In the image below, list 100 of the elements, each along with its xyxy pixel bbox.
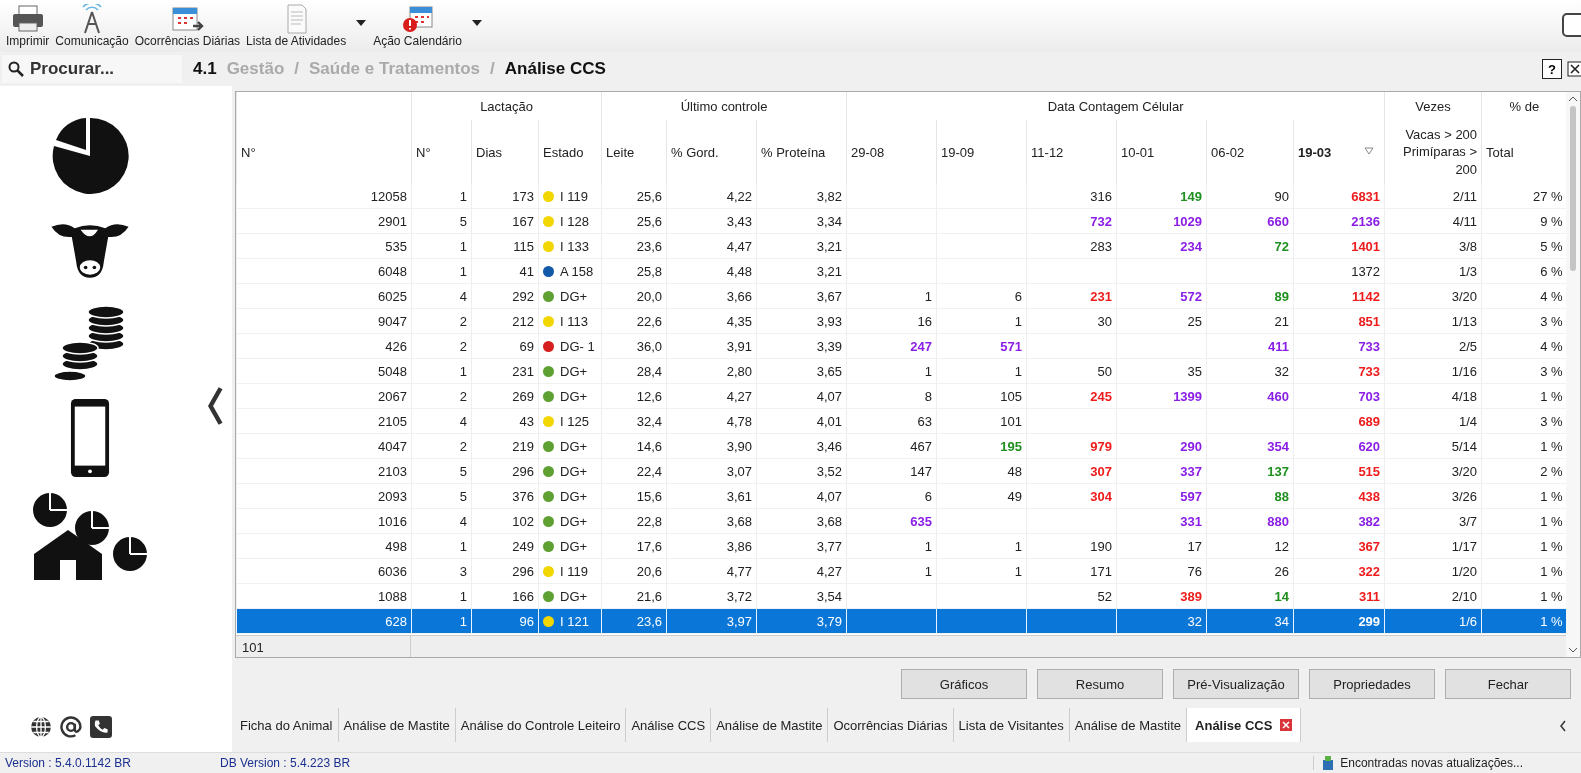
table-cell: 367 [1293, 533, 1385, 559]
table-cell: 290 [1116, 433, 1207, 459]
column-header[interactable]: % Proteína [756, 120, 847, 184]
document-tab[interactable]: Análise CCS [1187, 708, 1302, 742]
toolbar-button[interactable]: Lista de Atividades [243, 4, 371, 52]
column-header[interactable]: 29-08 [846, 120, 937, 184]
action-button[interactable]: Pré-Visualização [1173, 669, 1299, 699]
chevron-left-icon[interactable] [1559, 720, 1567, 732]
table-cell: 304 [1026, 483, 1117, 509]
table-cell: 2,80 [666, 358, 757, 384]
table-row[interactable]: 4047 2 219 DG+ 14,6 3,90 3,46 467 195 979 290 354 620 5/14 1 % [236, 433, 1567, 459]
table-cell: 15,6 [601, 483, 667, 509]
table-cell: 4,27 [666, 383, 757, 409]
column-header[interactable]: N° [236, 120, 412, 184]
table-row[interactable]: 2105 4 43 I 125 32,4 4,78 4,01 63 101 689 1/4 3 % [236, 408, 1567, 434]
table-cell: 572 [1116, 283, 1207, 309]
column-header[interactable]: % Gord. [666, 120, 757, 184]
table-cell: 4 [411, 283, 472, 309]
action-button[interactable]: Fechar [1445, 669, 1571, 699]
update-notice[interactable]: Encontradas novas atualizações... [1340, 756, 1523, 770]
table-cell: 1 [846, 533, 937, 559]
table-cell: 34 [1206, 608, 1294, 634]
table-row[interactable]: 498 1 249 DG+ 17,6 3,86 3,77 1 1 190 17 12 367 1/17 1 % [236, 533, 1567, 559]
table-cell: 438 [1293, 483, 1385, 509]
table-cell: 628 [236, 608, 412, 634]
table-row[interactable]: 12058 1 173 I 119 25,6 4,22 3,82 316 149 90 6831 2/11 27 % [236, 184, 1567, 209]
search-field[interactable]: Procurar... [2, 55, 182, 83]
table-cell: 25,6 [601, 184, 667, 209]
table-cell: 26 [1206, 558, 1294, 584]
table-row[interactable]: 6048 1 41 A 158 25,8 4,48 3,21 1372 1/3 6 % [236, 258, 1567, 284]
scroll-down-icon[interactable] [1568, 647, 1578, 653]
table-cell: 2136 [1293, 208, 1385, 234]
table-row[interactable]: 628 1 96 I 121 23,6 3,97 3,79 32 34 299 1/6 1 % [236, 608, 1567, 634]
table-cell: 1 [936, 558, 1027, 584]
column-header[interactable]: Dias [471, 120, 539, 184]
table-cell: 316 [1026, 184, 1117, 209]
table-cell: 4 [411, 508, 472, 534]
table-row[interactable]: 426 2 69 DG- 1 36,0 3,91 3,39 247 571 411 733 2/5 4 % [236, 333, 1567, 359]
action-button[interactable]: Propriedades [1309, 669, 1435, 699]
table-cell: 25,8 [601, 258, 667, 284]
table-cell: 1 [846, 283, 937, 309]
toolbar-button[interactable]: Ação Calendário [370, 4, 486, 52]
table-cell: 115 [471, 233, 539, 259]
table-cell: 322 [1293, 558, 1385, 584]
table-cell: 2/11 [1384, 184, 1482, 209]
table-row[interactable]: 2067 2 269 DG+ 12,6 4,27 4,07 8 105 245 1399 460 703 4/18 1 % [236, 383, 1567, 409]
breadcrumb-item: Análise CCS [504, 59, 606, 79]
close-icon[interactable] [1567, 59, 1581, 79]
status-text: I 113 [560, 313, 588, 329]
column-header[interactable]: 10-01 [1116, 120, 1207, 184]
column-group-header: Lactação [480, 98, 533, 114]
column-header[interactable]: 11-12 [1026, 120, 1117, 184]
table-row[interactable]: 535 1 115 I 133 23,6 4,47 3,21 283 234 72 1401 3/8 5 % [236, 233, 1567, 259]
table-cell: 20,0 [601, 283, 667, 309]
pie-chart-icon[interactable] [50, 116, 130, 196]
table-cell: 3,39 [756, 333, 847, 359]
scrollbar[interactable] [1566, 92, 1580, 657]
table-cell: 3/26 [1384, 483, 1482, 509]
phone-icon[interactable] [90, 716, 112, 738]
caret-icon[interactable] [356, 20, 367, 26]
table-cell: 703 [1293, 383, 1385, 409]
column-header[interactable]: 06-02 [1206, 120, 1294, 184]
table-cell: 101 [936, 408, 1027, 434]
globe-icon[interactable] [30, 716, 52, 738]
table-cell: 6 [936, 283, 1027, 309]
column-header[interactable]: Estado [538, 120, 602, 184]
table-cell: 190 [1026, 533, 1117, 559]
table-cell: 1 % [1481, 608, 1567, 634]
table-row[interactable]: 1016 4 102 DG+ 22,8 3,68 3,68 635 331 880 382 3/7 1 % [236, 508, 1567, 534]
column-header[interactable]: N° [411, 120, 472, 184]
table-cell: 4/11 [1384, 208, 1482, 234]
table-row[interactable]: 6036 3 296 I 119 20,6 4,77 4,27 1 1 171 76 26 322 1/20 1 % [236, 558, 1567, 584]
table-row[interactable]: 9047 2 212 I 113 22,6 4,35 3,93 16 1 30 25 21 851 1/13 3 % [236, 308, 1567, 334]
column-header[interactable]: Leite [601, 120, 667, 184]
toolbar-button[interactable]: Comunicação [52, 4, 132, 52]
column-header[interactable]: Vacas > 200 Primíparas > 200 [1384, 120, 1482, 184]
house-and-pie-charts-icon[interactable] [30, 492, 150, 582]
table-cell: 231 [1026, 283, 1117, 309]
scroll-up-icon[interactable] [1568, 96, 1578, 102]
table-row[interactable]: 2901 5 167 I 128 25,6 3,43 3,34 732 1029 660 2136 4/11 9 % [236, 208, 1567, 234]
caret-icon[interactable] [471, 20, 482, 26]
at-sign-icon[interactable] [60, 716, 82, 738]
table-row[interactable]: 2093 5 376 DG+ 15,6 3,61 4,07 6 49 304 597 88 438 3/26 1 % [236, 483, 1567, 509]
table-row[interactable]: 6025 4 292 DG+ 20,0 3,66 3,67 1 6 231 572 89 1142 3/20 4 % [236, 283, 1567, 309]
table-row[interactable]: 2103 5 296 DG+ 22,4 3,07 3,52 147 48 307 337 137 515 3/20 2 % [236, 458, 1567, 484]
table-row[interactable]: 1088 1 166 DG+ 21,6 3,72 3,54 52 389 14 311 2/10 1 % [236, 583, 1567, 609]
table-cell: 5/14 [1384, 433, 1482, 459]
toolbar-button[interactable]: Imprimir [3, 4, 53, 52]
column-header[interactable]: 19-09 [936, 120, 1027, 184]
action-button[interactable]: Gráficos [901, 669, 1027, 699]
table-cell: 733 [1293, 358, 1385, 384]
help-button[interactable]: ? [1542, 59, 1562, 79]
chevron-left-icon[interactable] [205, 386, 225, 426]
table-row[interactable]: 5048 1 231 DG+ 28,4 2,80 3,65 1 1 50 35 32 733 1/16 3 % [236, 358, 1567, 384]
action-button[interactable]: Resumo [1037, 669, 1163, 699]
table-cell: 5 [411, 458, 472, 484]
toolbar-button[interactable]: Ocorrências Diárias [131, 4, 244, 52]
table-cell: 147 [846, 458, 937, 484]
column-header[interactable]: 19-03 [1293, 120, 1385, 184]
table-cell: 23,6 [601, 608, 667, 634]
